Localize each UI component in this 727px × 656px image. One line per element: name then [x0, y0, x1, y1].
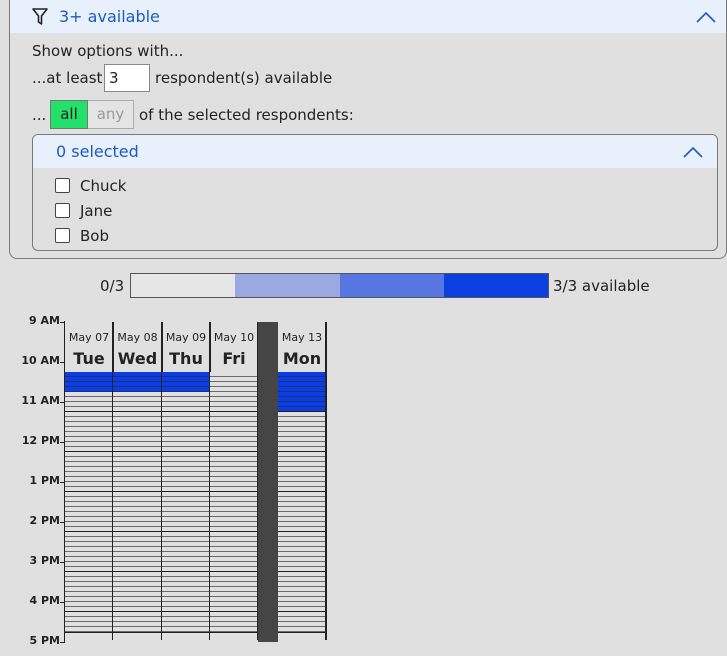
- at-least-label: ...at least: [32, 69, 103, 87]
- respondent-item[interactable]: Bob: [55, 227, 109, 245]
- respondent-item[interactable]: Chuck: [55, 177, 126, 195]
- legend-min-label: 0/3: [100, 277, 125, 295]
- day-weekday: Tue: [73, 349, 105, 368]
- time-slot-cell[interactable]: [162, 622, 209, 633]
- filter-panel-title: 3+ available: [59, 7, 160, 26]
- day-date: May 09: [165, 331, 207, 344]
- filter-icon: [32, 8, 48, 25]
- weekend-gap: [258, 322, 278, 642]
- time-slot-cell[interactable]: [65, 622, 112, 633]
- time-slot-cell[interactable]: [210, 622, 257, 633]
- time-label: 2 PM: [29, 514, 61, 527]
- mode-any-button[interactable]: any: [88, 100, 134, 129]
- day-column: [65, 372, 114, 640]
- day-header: May 08 Wed: [113, 322, 162, 372]
- day-date: May 13: [281, 331, 323, 344]
- day-column: [113, 372, 163, 640]
- mode-all-button[interactable]: all: [50, 100, 88, 129]
- legend-level-3: [443, 274, 548, 297]
- day-weekday: Thu: [169, 349, 203, 368]
- respondent-selector-header[interactable]: 0 selected: [33, 135, 717, 168]
- day-column: [278, 372, 327, 640]
- availability-filter-panel: 3+ available Show options with... ...at …: [9, 0, 727, 259]
- respondent-name: Bob: [80, 227, 109, 245]
- day-date: May 08: [117, 331, 158, 344]
- day-header: May 10 Fri: [210, 322, 258, 372]
- time-label: 9 AM: [29, 314, 60, 327]
- day-weekday: Fri: [222, 349, 246, 368]
- ellipsis-label: ...: [32, 106, 47, 124]
- show-options-label: Show options with...: [32, 42, 184, 60]
- selected-count: 0 selected: [56, 142, 139, 161]
- time-label: 5 PM: [29, 634, 61, 647]
- legend-max-label: 3/3 available: [553, 277, 650, 295]
- time-slot-cell[interactable]: [113, 622, 161, 633]
- day-header: May 13 Mon: [278, 322, 326, 372]
- day-column: [162, 372, 211, 640]
- min-respondents-input[interactable]: [104, 64, 150, 92]
- checkbox[interactable]: [55, 203, 70, 218]
- chevron-up-icon[interactable]: [683, 146, 703, 158]
- day-date: May 07: [68, 331, 110, 344]
- day-date: May 10: [213, 331, 255, 344]
- day-column: [210, 372, 259, 640]
- time-axis-line: [64, 321, 65, 642]
- checkbox[interactable]: [55, 178, 70, 193]
- day-header: May 07 Tue: [65, 322, 113, 372]
- availability-legend-bar: [130, 273, 549, 298]
- time-label: 10 AM: [21, 354, 60, 367]
- respondents-available-label: respondent(s) available: [155, 69, 333, 87]
- of-selected-label: of the selected respondents:: [139, 106, 354, 124]
- day-weekday: Mon: [282, 349, 322, 368]
- day-header: May 09 Thu: [162, 322, 210, 372]
- time-label: 4 PM: [29, 594, 61, 607]
- time-tick: [60, 642, 65, 643]
- legend-level-0: [131, 274, 236, 297]
- time-label: 3 PM: [29, 554, 61, 567]
- legend-level-2: [339, 274, 444, 297]
- time-label: 11 AM: [21, 394, 60, 407]
- respondent-selector: 0 selected Chuck Jane Bob: [32, 134, 718, 251]
- respondent-item[interactable]: Jane: [55, 202, 112, 220]
- time-slot-cell[interactable]: [278, 622, 325, 633]
- respondent-name: Jane: [80, 202, 113, 220]
- filter-panel-header[interactable]: 3+ available: [10, 0, 726, 33]
- time-label: 12 PM: [21, 434, 60, 447]
- chevron-up-icon[interactable]: [696, 11, 716, 23]
- legend-level-1: [235, 274, 340, 297]
- checkbox[interactable]: [55, 228, 70, 243]
- day-separator: [325, 322, 327, 372]
- time-label: 1 PM: [29, 474, 61, 487]
- respondent-name: Chuck: [80, 177, 127, 195]
- day-weekday: Wed: [117, 349, 158, 368]
